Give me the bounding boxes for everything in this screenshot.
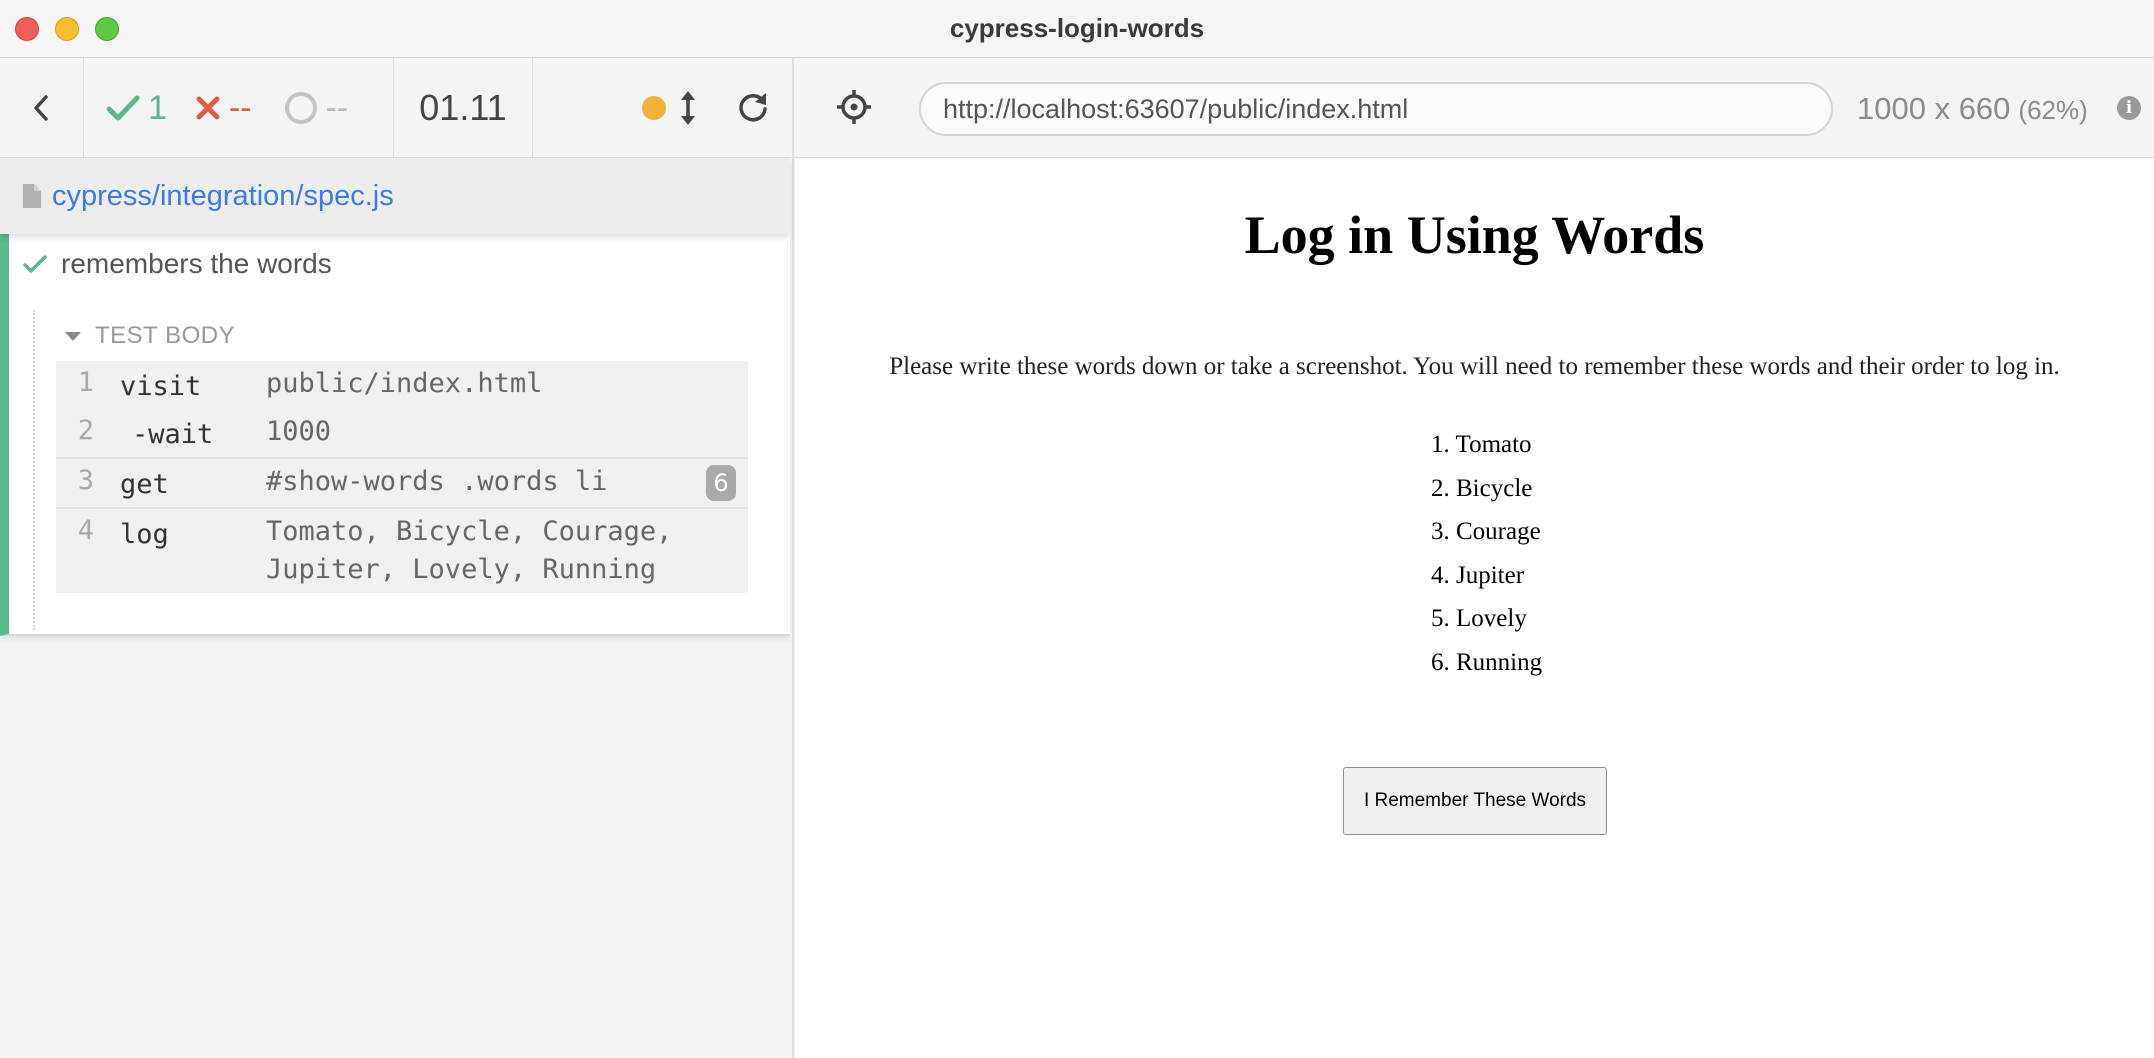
word-item: 5. Lovely (1431, 605, 1527, 633)
instructions-text: Please write these words down or take a … (889, 353, 2060, 380)
x-icon (196, 96, 220, 120)
header-divider (532, 58, 533, 158)
spinner-circle-icon (284, 92, 317, 124)
command-message: 1000 (266, 416, 332, 447)
yellow-dot-icon (642, 96, 666, 120)
element-count-badge: 6 (706, 465, 736, 501)
page-heading: Log in Using Words (1244, 205, 1705, 265)
command-row[interactable]: 1 visit public/index.html (56, 361, 748, 409)
test-item: remembers the words TEST BODY 1 visit pu… (0, 234, 790, 636)
test-title-row[interactable]: remembers the words (23, 248, 332, 280)
command-number: 2 (77, 415, 94, 446)
word-item: 6. Running (1431, 648, 1543, 676)
failed-count: -- (228, 88, 252, 127)
panel-divider[interactable] (792, 58, 794, 1058)
remember-words-button[interactable]: I Remember These Words (1343, 767, 1607, 835)
app-under-test: Log in Using Words Please write these wo… (795, 159, 2154, 1058)
spec-file-bar: cypress/integration/spec.js (0, 158, 790, 234)
pending-stat[interactable]: -- (284, 88, 349, 128)
check-icon (23, 255, 47, 273)
window-titlebar: cypress-login-words (0, 0, 2154, 58)
viewport-size: 1000 x 660 (62%) (1857, 91, 2088, 127)
command-list: 1 visit public/index.html 2 -wait 1000 3… (56, 361, 748, 593)
word-item: 2. Bicycle (1431, 474, 1533, 502)
vertical-arrows-icon[interactable] (678, 90, 698, 126)
spec-file-link[interactable]: cypress/integration/spec.js (52, 180, 394, 213)
url-bar[interactable]: http://localhost:63607/public/index.html (919, 82, 1833, 136)
reload-icon[interactable] (736, 91, 770, 125)
command-message: public/index.html (266, 368, 543, 399)
command-number: 1 (77, 367, 94, 398)
command-row[interactable]: 2 -wait 1000 (56, 409, 748, 457)
check-icon (106, 95, 140, 121)
command-number: 4 (77, 515, 94, 546)
test-title: remembers the words (61, 248, 332, 279)
hook-indent-line (33, 310, 36, 630)
command-name: visit (120, 371, 202, 402)
info-icon[interactable]: i (2117, 96, 2141, 120)
duration: 01.11 (419, 87, 507, 128)
word-item: 4. Jupiter (1431, 561, 1525, 589)
aut-header: http://localhost:63607/public/index.html… (794, 58, 2154, 158)
chevron-left-icon (34, 95, 48, 121)
command-number: 3 (77, 465, 94, 496)
window-title: cypress-login-words (949, 13, 1205, 43)
command-message: #show-words .words li (266, 466, 608, 497)
command-message: Tomato, Bicycle, Courage, Jupiter, Lovel… (266, 516, 673, 585)
viewport-dimensions: 1000 x 660 (1857, 91, 2011, 126)
reporter-controls (534, 58, 792, 158)
viewport-scale: (62%) (2018, 95, 2088, 125)
command-row[interactable]: 3 get #show-words .words li 6 (56, 457, 748, 507)
command-name: -wait (132, 419, 214, 450)
test-body-label: TEST BODY (95, 322, 236, 349)
test-body-toggle[interactable]: TEST BODY (65, 322, 235, 350)
passed-stat[interactable]: 1 (106, 89, 167, 128)
command-row[interactable]: 4 log Tomato, Bicycle, Courage, Jupiter,… (56, 507, 748, 593)
test-stats: 1 -- -- (84, 58, 392, 158)
word-item: 3. Courage (1431, 518, 1541, 546)
passed-count: 1 (148, 88, 167, 127)
command-name: get (120, 469, 169, 500)
back-button[interactable] (0, 58, 82, 158)
file-icon (23, 184, 41, 208)
caret-down-icon (65, 331, 81, 341)
crosshair-icon[interactable] (836, 89, 872, 125)
word-item: 1. Tomato (1431, 431, 1532, 458)
words-list: 1. Tomato 2. Bicycle 3. Courage 4. Jupit… (1431, 423, 1542, 685)
pending-count: -- (325, 88, 349, 127)
command-name: log (120, 519, 169, 550)
reporter-header: 1 -- -- 01.11 (0, 58, 792, 158)
failed-stat[interactable]: -- (195, 89, 252, 128)
